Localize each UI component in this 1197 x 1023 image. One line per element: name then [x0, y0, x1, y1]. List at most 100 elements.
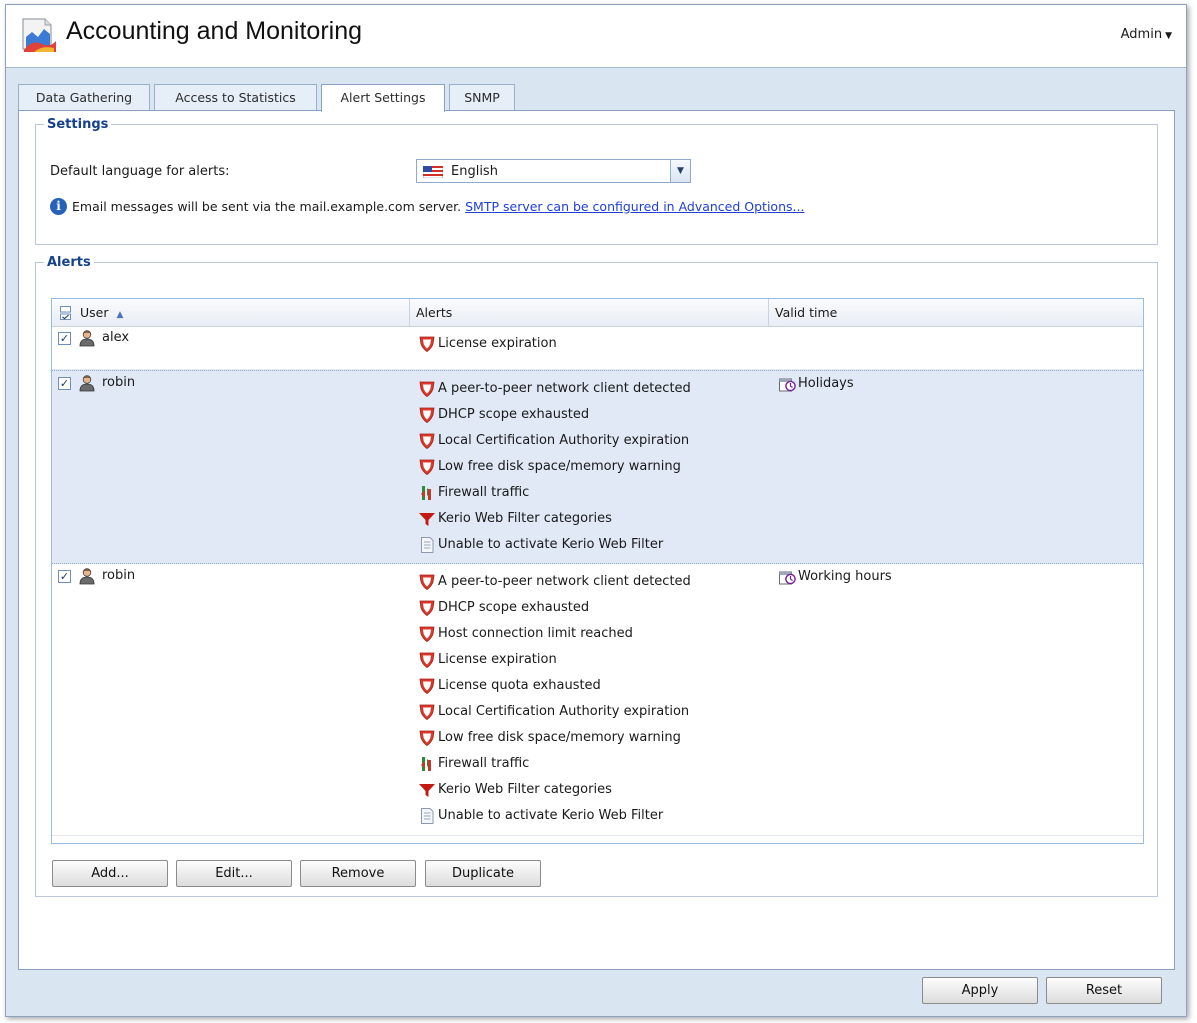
info-icon: i — [50, 198, 67, 215]
funnel-filter-icon — [418, 510, 438, 528]
tab-access-to-statistics[interactable]: Access to Statistics — [154, 84, 317, 110]
alert-name: Kerio Web Filter categories — [438, 511, 612, 526]
alert-item: License quota exhausted — [418, 677, 691, 703]
user-name: alex — [102, 330, 130, 345]
apply-button[interactable]: Apply — [922, 977, 1038, 1004]
document-icon — [418, 536, 438, 554]
chevron-down-icon: ▼ — [1165, 31, 1172, 41]
alert-list: A peer-to-peer network client detected DH… — [418, 380, 691, 562]
alert-name: Kerio Web Filter categories — [438, 782, 612, 797]
default-language-label: Default language for alerts: — [50, 164, 230, 179]
settings-fieldset: Settings Default language for alerts: En… — [35, 117, 1158, 245]
shield-alert-icon — [418, 625, 438, 643]
app-header: Accounting and Monitoring Admin ▼ — [6, 5, 1186, 67]
email-info-text: Email messages will be sent via the mail… — [72, 199, 804, 214]
alert-name: DHCP scope exhausted — [438, 407, 590, 422]
grid-header: User ▲ Alerts Valid time — [52, 299, 1143, 327]
table-row[interactable]: ✓ alex License expiration — [52, 326, 1143, 370]
valid-time-label: Holidays — [798, 376, 854, 391]
alert-item: Local Certification Authority expiration — [418, 432, 691, 458]
tab-alert-settings[interactable]: Alert Settings — [321, 84, 445, 112]
reset-button[interactable]: Reset — [1046, 977, 1162, 1004]
shield-alert-icon — [418, 432, 438, 450]
alert-item: Unable to activate Kerio Web Filter — [418, 536, 691, 562]
valid-time: Holidays — [778, 376, 854, 394]
shield-alert-icon — [418, 599, 438, 617]
alert-item: A peer-to-peer network client detected — [418, 380, 691, 406]
shield-alert-icon — [418, 651, 438, 669]
row-checkbox[interactable]: ✓ — [58, 332, 71, 345]
row-checkbox[interactable]: ✓ — [58, 570, 71, 583]
shield-alert-icon — [418, 380, 438, 398]
alert-item: Low free disk space/memory warning — [418, 729, 691, 755]
alert-name: Unable to activate Kerio Web Filter — [438, 808, 664, 823]
email-info-message: Email messages will be sent via the mail… — [72, 199, 462, 214]
time-range-calendar-icon — [778, 376, 798, 394]
user-icon — [78, 329, 96, 347]
alerts-grid: User ▲ Alerts Valid time ✓ alex License ex… — [51, 298, 1144, 844]
alert-name: License quota exhausted — [438, 678, 601, 693]
select-all-checkbox-icon[interactable] — [60, 306, 71, 320]
us-flag-icon — [423, 166, 443, 178]
page-title: Accounting and Monitoring — [66, 17, 363, 45]
alert-item: License expiration — [418, 335, 557, 361]
column-header-valid-time[interactable]: Valid time — [769, 299, 1143, 326]
firewall-traffic-icon — [418, 755, 438, 773]
tab-data-gathering[interactable]: Data Gathering — [18, 84, 150, 110]
shield-alert-icon — [418, 703, 438, 721]
column-header-alerts[interactable]: Alerts — [410, 299, 769, 326]
alert-item: A peer-to-peer network client detected — [418, 573, 691, 599]
alert-settings-panel: Settings Default language for alerts: En… — [18, 110, 1175, 970]
row-checkbox[interactable]: ✓ — [58, 377, 71, 390]
add-button[interactable]: Add... — [52, 860, 168, 887]
app-window: Accounting and Monitoring Admin ▼ Data Ga… — [5, 4, 1187, 1017]
shield-alert-icon — [418, 335, 438, 353]
alert-name: DHCP scope exhausted — [438, 600, 590, 615]
edit-button[interactable]: Edit... — [176, 860, 292, 887]
column-header-user[interactable]: User ▲ — [52, 299, 410, 326]
alert-name: License expiration — [438, 652, 557, 667]
alert-name: Low free disk space/memory warning — [438, 459, 681, 474]
alert-list: A peer-to-peer network client detected DH… — [418, 573, 691, 833]
chevron-down-icon[interactable]: ▼ — [670, 160, 690, 182]
user-name: robin — [102, 568, 136, 583]
duplicate-button[interactable]: Duplicate — [425, 860, 541, 887]
alert-item: License expiration — [418, 651, 691, 677]
tab-snmp[interactable]: SNMP — [449, 84, 515, 110]
alert-name: Low free disk space/memory warning — [438, 730, 681, 745]
alert-list: License expiration — [418, 335, 557, 361]
alert-item: Host connection limit reached — [418, 625, 691, 651]
document-icon — [418, 807, 438, 825]
remove-button[interactable]: Remove — [300, 860, 416, 887]
shield-alert-icon — [418, 406, 438, 424]
column-header-user-label: User — [80, 305, 109, 320]
alert-item: DHCP scope exhausted — [418, 599, 691, 625]
alert-name: License expiration — [438, 336, 557, 351]
shield-alert-icon — [418, 573, 438, 591]
user-icon — [78, 567, 96, 585]
alert-name: Firewall traffic — [438, 756, 530, 771]
language-select-value: English — [451, 164, 498, 179]
alerts-legend: Alerts — [47, 255, 91, 270]
time-range-calendar-icon — [778, 569, 798, 587]
table-row[interactable]: ✓ robin A peer-to-peer network client dete… — [52, 564, 1143, 836]
admin-user-menu[interactable]: Admin ▼ — [1121, 27, 1172, 42]
shield-alert-icon — [418, 677, 438, 695]
firewall-traffic-icon — [418, 484, 438, 502]
valid-time: Working hours — [778, 569, 892, 587]
alert-item: Kerio Web Filter categories — [418, 510, 691, 536]
valid-time-label: Working hours — [798, 569, 892, 584]
alert-name: A peer-to-peer network client detected — [438, 574, 691, 589]
alert-name: Host connection limit reached — [438, 626, 633, 641]
alert-item: DHCP scope exhausted — [418, 406, 691, 432]
shield-alert-icon — [418, 458, 438, 476]
table-row[interactable]: ✓ robin A peer-to-peer network client dete… — [52, 370, 1143, 564]
funnel-filter-icon — [418, 781, 438, 799]
accounting-logo-icon — [22, 18, 56, 52]
footer-actions: Apply Reset — [922, 977, 1172, 1004]
alert-name: Unable to activate Kerio Web Filter — [438, 537, 664, 552]
language-select[interactable]: English ▼ — [416, 159, 691, 183]
alert-name: Local Certification Authority expiration — [438, 433, 690, 448]
smtp-config-link[interactable]: SMTP server can be configured in Advance… — [465, 199, 804, 214]
alert-name: Local Certification Authority expiration — [438, 704, 690, 719]
